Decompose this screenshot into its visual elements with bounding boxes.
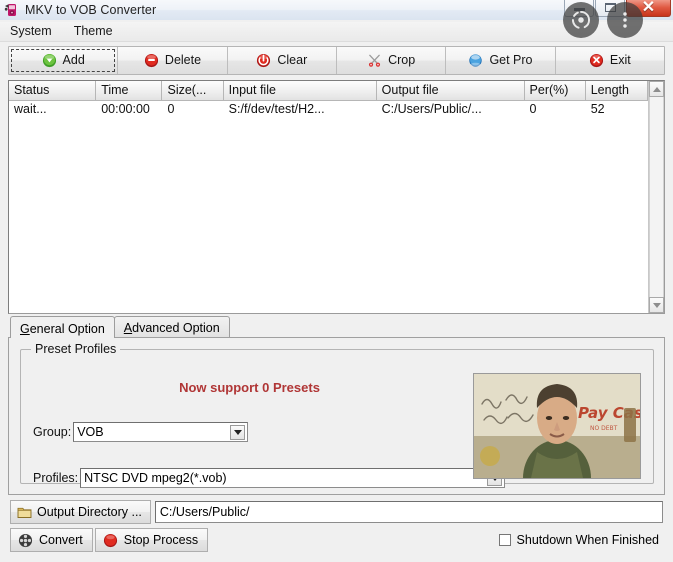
tab-general-option[interactable]: General Option: [10, 316, 115, 338]
tab-advanced-option-label: dvanced Option: [132, 321, 220, 335]
exit-button[interactable]: Exit: [555, 47, 664, 74]
group-row: Group: VOB: [33, 422, 249, 442]
convert-button-label: Convert: [39, 533, 83, 547]
stop-process-button[interactable]: Stop Process: [94, 528, 209, 552]
shutdown-checkbox-label: Shutdown When Finished: [516, 533, 659, 547]
clear-button-label: Clear: [277, 53, 308, 67]
ipod-device-icon: [4, 2, 20, 18]
profiles-combobox[interactable]: NTSC DVD mpeg2(*.vob): [80, 468, 506, 488]
output-directory-field[interactable]: C:/Users/Public/: [154, 501, 663, 523]
exit-button-label: Exit: [609, 53, 631, 67]
cell-size: 0: [167, 102, 175, 116]
column-header-output-file[interactable]: Output file: [376, 81, 525, 101]
scroll-down-button[interactable]: [649, 297, 664, 313]
column-header-time[interactable]: Time: [95, 81, 163, 101]
chevron-down-icon: [652, 302, 661, 308]
green-add-icon: [42, 53, 57, 68]
crop-button-label: Crop: [388, 53, 416, 67]
three-dots-vertical-icon: [623, 12, 627, 28]
group-combobox[interactable]: VOB: [73, 422, 249, 442]
menu-system[interactable]: System: [6, 23, 62, 40]
screenshot-capture-button[interactable]: [563, 2, 599, 38]
file-list-table: Status Time Size(... Input file Output f…: [9, 81, 648, 118]
cell-time: 00:00:00: [101, 102, 150, 116]
application-window: MKV to VOB Converter ✕ System Theme Add …: [0, 0, 673, 562]
option-tabs: General Option Advanced Option: [10, 316, 230, 338]
column-header-status[interactable]: Status: [9, 81, 97, 101]
red-exit-icon: [589, 53, 604, 68]
tab-advanced-option[interactable]: Advanced Option: [113, 316, 230, 337]
clear-button[interactable]: Clear: [227, 47, 337, 74]
crop-scissors-icon: [367, 53, 382, 68]
column-header-length[interactable]: Length: [585, 81, 648, 101]
add-button[interactable]: Add: [9, 47, 119, 74]
group-label: Group:: [33, 425, 72, 439]
film-reel-icon: [18, 533, 33, 548]
menu-theme[interactable]: Theme: [70, 23, 123, 40]
delete-button-label: Delete: [164, 53, 202, 67]
general-option-panel: Preset Profiles Now support 0 Presets Gr…: [8, 337, 665, 495]
profiles-row: Profiles: NTSC DVD mpeg2(*.vob): [33, 468, 506, 488]
chevron-down-icon[interactable]: [230, 425, 246, 440]
scroll-up-button[interactable]: [649, 81, 664, 97]
main-toolbar: Add Delete Clear Crop Get Pro Exit: [8, 46, 665, 75]
profiles-label: Profiles:: [33, 471, 79, 485]
action-row: Convert Stop Process Shutdown When Finis…: [10, 528, 663, 552]
more-options-button[interactable]: [607, 2, 643, 38]
output-directory-row: Output Directory ... C:/Users/Public/: [10, 500, 663, 524]
output-directory-button[interactable]: Output Directory ...: [10, 500, 151, 524]
convert-button[interactable]: Convert: [10, 528, 93, 552]
blue-orb-icon: [468, 53, 483, 68]
svg-text:NO DEBT: NO DEBT: [590, 425, 618, 432]
chevron-up-icon: [652, 86, 661, 92]
shutdown-checkbox[interactable]: [498, 534, 511, 546]
red-minus-icon: [144, 53, 159, 68]
file-list-scrollbar[interactable]: [648, 81, 664, 313]
add-button-label: Add: [62, 53, 85, 67]
preset-profiles-title: Preset Profiles: [31, 342, 121, 356]
crop-button[interactable]: Crop: [336, 47, 447, 74]
shutdown-when-finished-row[interactable]: Shutdown When Finished: [498, 533, 663, 547]
tab-general-option-label: eneral Option: [29, 321, 105, 336]
window-title: MKV to VOB Converter: [25, 3, 157, 17]
capture-reticle-icon: [571, 10, 591, 29]
getpro-button-label: Get Pro: [489, 53, 533, 67]
column-header-input-file[interactable]: Input file: [223, 81, 377, 101]
cell-input-file: S:/f/dev/test/H2...: [228, 102, 325, 116]
table-row[interactable]: wait... 00:00:00 0 S:/f/dev/test/H2... C…: [9, 101, 648, 119]
stop-process-button-label: Stop Process: [123, 533, 199, 547]
preset-profiles-groupbox: Preset Profiles Now support 0 Presets Gr…: [20, 342, 654, 488]
folder-icon: [17, 505, 32, 520]
profiles-combobox-value: NTSC DVD mpeg2(*.vob): [84, 471, 227, 485]
cell-status: wait...: [14, 102, 47, 116]
getpro-button[interactable]: Get Pro: [446, 47, 556, 74]
red-clear-icon: [256, 53, 271, 68]
delete-button[interactable]: Delete: [118, 47, 228, 74]
video-preview-thumbnail: Pay Cash NO DEBT: [473, 373, 641, 479]
column-header-size[interactable]: Size(...: [161, 81, 224, 101]
red-stop-circle-icon: [103, 533, 118, 548]
scrollbar-track[interactable]: [649, 97, 664, 297]
cell-percent: 0: [529, 102, 537, 116]
file-list-panel: Status Time Size(... Input file Output f…: [8, 80, 665, 314]
output-directory-value: C:/Users/Public/: [159, 505, 250, 519]
overlay-toolbar: [563, 2, 643, 38]
cell-output-file: C:/Users/Public/...: [381, 102, 482, 116]
group-combobox-value: VOB: [77, 425, 104, 439]
cell-length: 52: [590, 102, 605, 116]
table-header-row: Status Time Size(... Input file Output f…: [9, 81, 648, 101]
output-directory-button-label: Output Directory ...: [37, 505, 142, 519]
column-header-percent[interactable]: Per(%): [524, 81, 586, 101]
